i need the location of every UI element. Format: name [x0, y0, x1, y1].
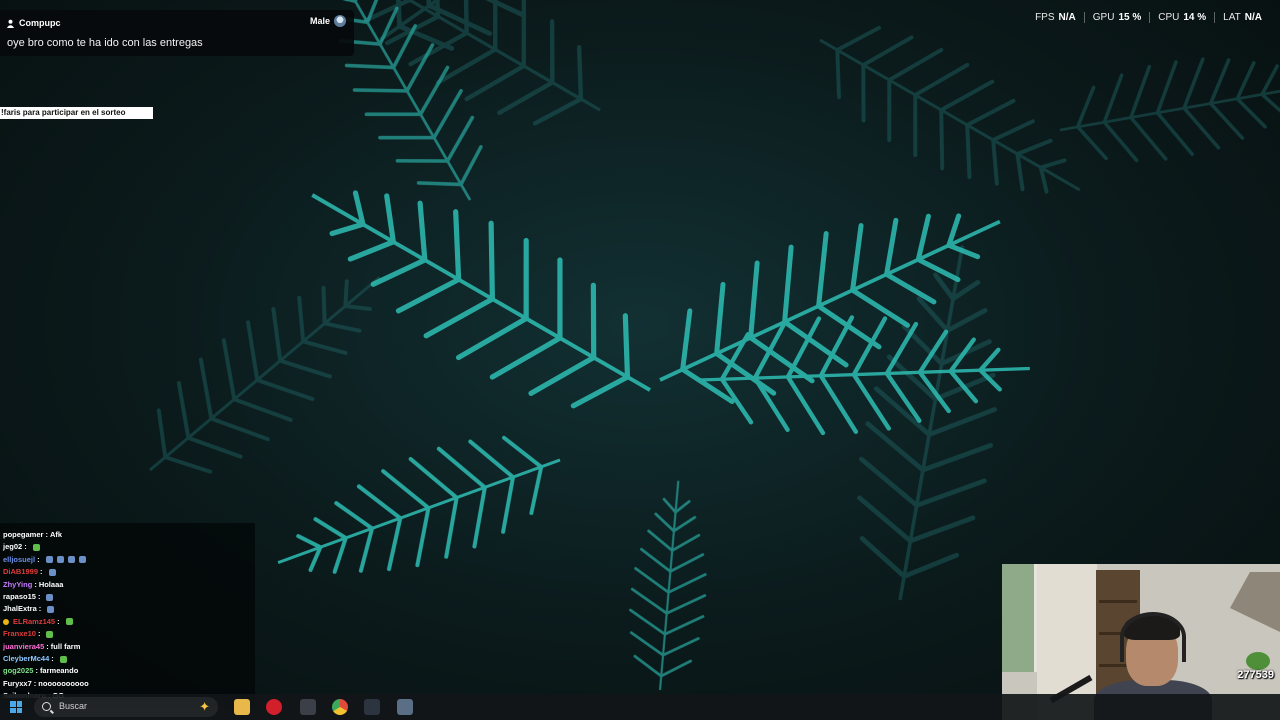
chat-username[interactable]: popegamer [3, 529, 43, 541]
notification-message: oye bro como te ha ido con las entregas [7, 37, 203, 49]
search-placeholder: Buscar [59, 701, 88, 711]
taskbar-search[interactable]: Buscar ✦ [34, 697, 218, 717]
stat-label: CPU [1158, 12, 1180, 23]
emote-icon [45, 556, 53, 564]
emote-icon [32, 544, 40, 552]
chat-separator: : [37, 591, 41, 601]
stat-value: 14 % [1183, 12, 1207, 23]
chat-text: Afk [49, 530, 63, 539]
stat-label: LAT [1223, 12, 1241, 23]
chat-username[interactable]: jeg02 [3, 541, 22, 553]
taskbar: Buscar ✦ [0, 694, 1280, 720]
chat-message: jeg02 : [0, 541, 255, 553]
emote-icon [59, 655, 67, 663]
stat-cpu: CPU 14 % [1149, 12, 1214, 23]
notification-header: Compupc [6, 16, 61, 30]
chat-separator: : [40, 567, 43, 577]
stat-value: N/A [1244, 12, 1262, 23]
chat-separator: : [34, 579, 37, 589]
chat-message: DiAB1999 : [0, 566, 255, 578]
chat-separator: : [37, 629, 41, 639]
chat-username[interactable]: elljosuejl [3, 554, 35, 566]
stat-fps: FPS N/A [1027, 12, 1084, 23]
store-icon[interactable] [364, 699, 380, 715]
chat-text: full farm [50, 641, 81, 651]
chrome-icon[interactable] [332, 699, 348, 715]
cam-lamp [1230, 572, 1280, 632]
chat-message: rapaso15 : [0, 591, 255, 603]
chat-text: Holaaa [38, 579, 64, 589]
emote-icon [65, 618, 73, 626]
stream-chat: popegamer : Afk jeg02 : elljosuejl : DiAB199… [0, 523, 255, 708]
chat-text: noooooooooo [38, 678, 89, 688]
chat-separator: : [45, 530, 48, 539]
headset-icon [1120, 612, 1186, 662]
badge-icon [3, 618, 9, 625]
emote-icon [78, 556, 86, 564]
start-button[interactable] [10, 701, 22, 713]
chat-username[interactable]: rapaso15 [3, 591, 36, 603]
file-explorer-icon[interactable] [234, 699, 250, 715]
chat-username[interactable]: juanviera45 [3, 641, 44, 653]
chat-message: elljosuejl : [0, 554, 255, 566]
chat-username[interactable]: CleyberMc44 [3, 653, 49, 665]
chat-username[interactable]: ELRamz145 [13, 616, 55, 628]
chat-separator: : [35, 666, 38, 676]
chat-text: farmeando [39, 666, 79, 676]
copilot-sparkle-icon[interactable]: ✦ [199, 699, 210, 715]
emote-icon [46, 630, 54, 638]
chat-username[interactable]: JhalExtra [3, 603, 37, 615]
chat-separator: : [38, 604, 42, 614]
avatar-icon [334, 15, 346, 27]
chat-message: CleyberMc44 : [0, 653, 255, 665]
stat-label: FPS [1035, 12, 1055, 23]
cam-window [1002, 564, 1037, 672]
chat-message: juanviera45 : full farm [0, 641, 255, 653]
search-icon [42, 702, 51, 711]
chat-username[interactable]: Franxe10 [3, 628, 36, 640]
chat-username[interactable]: Furyxx7 [3, 678, 32, 690]
chat-message: ZhyYing : Holaaa [0, 579, 255, 591]
notification-gender: Male [310, 15, 346, 27]
chat-lines: popegamer : Afk jeg02 : elljosuejl : DiAB199… [0, 529, 255, 702]
chat-message: Franxe10 : [0, 628, 255, 640]
chat-separator: : [33, 678, 37, 688]
chat-username[interactable]: DiAB1999 [3, 566, 38, 578]
chat-username[interactable]: ZhyYing [3, 579, 32, 591]
user-icon [6, 19, 15, 28]
chat-separator: : [57, 616, 60, 626]
emote-icon [67, 556, 75, 564]
chat-message: Furyxx7 : noooooooooo [0, 678, 255, 690]
performance-stats: FPS N/A GPU 15 % CPU 14 % LAT N/A [1027, 12, 1270, 23]
chat-username[interactable]: gog2025 [3, 665, 33, 677]
chat-separator: : [46, 641, 49, 651]
stat-value: 15 % [1118, 12, 1142, 23]
stat-gpu: GPU 15 % [1083, 12, 1149, 23]
chat-separator: : [51, 653, 54, 663]
chat-separator: : [37, 554, 40, 564]
stat-lat: LAT N/A [1214, 12, 1270, 23]
pepe-emote-icon [1246, 652, 1270, 670]
chat-message: JhalExtra : [0, 603, 255, 615]
emote-icon [56, 556, 64, 564]
chat-message: ELRamz145 : [0, 616, 255, 628]
notification-username: Compupc [19, 18, 61, 28]
chat-notification: Compupc Male oye bro como te ha ido con … [0, 10, 354, 56]
chat-message: popegamer : Afk [0, 529, 255, 541]
app-icon[interactable] [300, 699, 316, 715]
opera-icon[interactable] [266, 699, 282, 715]
stat-value: N/A [1058, 12, 1076, 23]
emote-icon [48, 568, 56, 576]
calculator-icon[interactable] [397, 699, 413, 715]
emote-icon [47, 606, 55, 614]
emote-icon [46, 593, 54, 601]
chat-separator: : [24, 542, 27, 552]
raffle-banner: !faris para participar en el sorteo [0, 107, 153, 119]
chat-message: gog2025 : farmeando [0, 665, 255, 677]
gender-label: Male [309, 16, 330, 26]
stat-label: GPU [1092, 12, 1115, 23]
webcam-counter: 277539 [1237, 669, 1274, 681]
